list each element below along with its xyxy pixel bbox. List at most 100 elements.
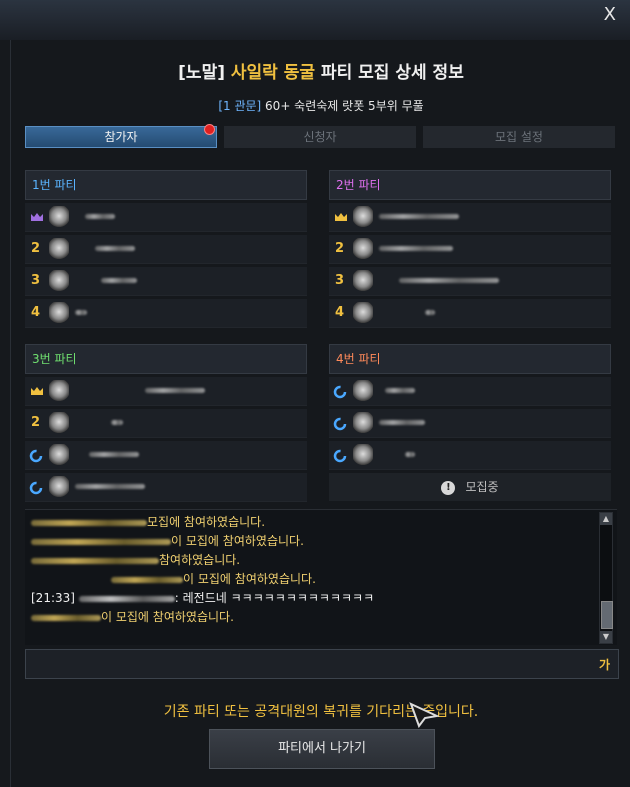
chat-text: 모집에 참여하였습니다. bbox=[147, 515, 266, 529]
background-top bbox=[0, 0, 630, 40]
loop-icon bbox=[333, 448, 347, 463]
crown-icon bbox=[30, 212, 44, 222]
chat-text: 이 모집에 참여하였습니다. bbox=[101, 610, 234, 624]
class-icon bbox=[353, 238, 373, 260]
member-name-blurred bbox=[379, 214, 459, 219]
loop-icon bbox=[333, 416, 347, 431]
party-member-slot[interactable] bbox=[329, 203, 611, 232]
slot-number: 4 bbox=[335, 305, 345, 320]
scroll-thumb[interactable] bbox=[601, 601, 613, 629]
class-icon bbox=[49, 412, 69, 434]
chat-line: 이 모집에 참여하였습니다. bbox=[25, 570, 617, 589]
chat-scrollbar[interactable]: ▲ ▼ bbox=[599, 512, 613, 644]
member-name-blurred bbox=[95, 246, 135, 251]
slot-number: 2 bbox=[31, 415, 41, 430]
input-language-indicator[interactable]: 가 bbox=[599, 656, 610, 673]
class-icon bbox=[49, 238, 69, 260]
chat-text: 이 모집에 참여하였습니다. bbox=[171, 534, 304, 548]
recruiting-slot: ! 모집중 bbox=[329, 473, 611, 501]
party-member-slot[interactable]: 4 bbox=[329, 299, 611, 328]
member-name-blurred bbox=[379, 246, 453, 251]
page-title: [노말] 사일락 동굴 파티 모집 상세 정보 bbox=[11, 58, 630, 83]
party-2: 2번 파티 2 3 4 bbox=[329, 170, 611, 328]
player-name-blurred bbox=[111, 576, 183, 583]
member-name-blurred bbox=[111, 420, 123, 425]
party-member-slot[interactable] bbox=[25, 377, 307, 406]
title-dungeon: 사일락 동굴 bbox=[230, 63, 316, 83]
chat-line: 모집에 참여하였습니다. bbox=[25, 513, 617, 532]
scroll-up-button[interactable]: ▲ bbox=[600, 513, 612, 525]
chat-line: [21:33] : 레전드네 ㅋㅋㅋㅋㅋㅋㅋㅋㅋㅋㅋㅋㅋ bbox=[25, 589, 617, 608]
chat-input[interactable]: 가 bbox=[25, 649, 619, 679]
party-member-slot[interactable] bbox=[329, 409, 611, 438]
party-member-slot[interactable] bbox=[25, 441, 307, 470]
class-icon bbox=[353, 206, 373, 228]
party-3-header: 3번 파티 bbox=[25, 344, 307, 374]
member-name-blurred bbox=[89, 452, 139, 457]
warning-icon: ! bbox=[441, 480, 456, 495]
recruit-text: 60+ 숙련숙제 랏폿 5부위 무풀 bbox=[265, 99, 424, 113]
player-name-blurred bbox=[31, 538, 171, 545]
chat-line: 이 모집에 참여하였습니다. bbox=[25, 532, 617, 551]
slot-number: 3 bbox=[335, 273, 345, 288]
class-icon bbox=[49, 476, 69, 498]
chat-log[interactable]: 모집에 참여하였습니다. 이 모집에 참여하였습니다. 참여하였습니다. 이 모… bbox=[25, 509, 617, 645]
crown-icon bbox=[334, 212, 348, 222]
slot-number: 3 bbox=[31, 273, 41, 288]
party-member-slot[interactable] bbox=[329, 441, 611, 470]
party-member-slot[interactable]: 2 bbox=[25, 235, 307, 264]
party-2-header: 2번 파티 bbox=[329, 170, 611, 200]
party-member-slot[interactable]: 4 bbox=[25, 299, 307, 328]
member-name-blurred bbox=[75, 484, 145, 489]
recruit-description: [1 관문] 60+ 숙련숙제 랏폿 5부위 무풀 bbox=[11, 97, 630, 114]
party-member-slot[interactable] bbox=[329, 377, 611, 406]
party-member-slot[interactable] bbox=[25, 203, 307, 232]
tab-recruit-settings-label: 모집 설정 bbox=[495, 130, 543, 144]
recruiting-label: 모집중 bbox=[465, 480, 499, 494]
close-button[interactable]: X bbox=[604, 4, 616, 25]
status-message: 기존 파티 또는 공격대원의 복귀를 기다리는 중입니다. bbox=[163, 704, 479, 720]
class-icon bbox=[49, 444, 69, 466]
crown-icon bbox=[30, 386, 44, 396]
tab-recruit-settings[interactable]: 모집 설정 bbox=[423, 126, 615, 148]
party-1-header: 1번 파티 bbox=[25, 170, 307, 200]
tab-bar: 참가자 신청자 모집 설정 bbox=[25, 124, 615, 148]
party-1: 1번 파티 2 3 4 bbox=[25, 170, 307, 328]
party-3: 3번 파티 2 bbox=[25, 344, 307, 502]
class-icon bbox=[353, 412, 373, 434]
party-member-slot[interactable]: 2 bbox=[25, 409, 307, 438]
slot-number: 4 bbox=[31, 305, 41, 320]
chat-text: 참여하였습니다. bbox=[159, 553, 241, 567]
member-name-blurred bbox=[399, 278, 499, 283]
loop-icon bbox=[333, 384, 347, 399]
member-name-blurred bbox=[101, 278, 137, 283]
member-name-blurred bbox=[425, 310, 435, 315]
scroll-down-button[interactable]: ▼ bbox=[600, 631, 612, 643]
tab-applicants-label: 신청자 bbox=[303, 130, 337, 144]
mouse-cursor-icon bbox=[409, 702, 441, 732]
leave-party-button[interactable]: 파티에서 나가기 bbox=[209, 729, 435, 769]
title-prefix: [노말] bbox=[178, 63, 225, 83]
notification-dot bbox=[204, 124, 215, 135]
background-left bbox=[0, 40, 10, 787]
party-member-slot[interactable]: 2 bbox=[329, 235, 611, 264]
party-4-header: 4번 파티 bbox=[329, 344, 611, 374]
slot-number: 2 bbox=[31, 241, 41, 256]
tab-applicants[interactable]: 신청자 bbox=[224, 126, 416, 148]
stage-tag: [1 관문] bbox=[218, 99, 262, 113]
player-name-blurred bbox=[31, 614, 101, 621]
player-name-blurred bbox=[31, 519, 147, 526]
player-name-blurred bbox=[31, 557, 159, 564]
member-name-blurred bbox=[145, 388, 205, 393]
party-member-slot[interactable] bbox=[25, 473, 307, 502]
chat-text: : 레전드네 ㅋㅋㅋㅋㅋㅋㅋㅋㅋㅋㅋㅋㅋ bbox=[174, 591, 375, 605]
tab-participants[interactable]: 참가자 bbox=[25, 124, 217, 148]
class-icon bbox=[353, 302, 373, 324]
title-suffix: 파티 모집 상세 정보 bbox=[320, 63, 464, 83]
class-icon bbox=[49, 206, 69, 228]
member-name-blurred bbox=[75, 310, 87, 315]
party-member-slot[interactable]: 3 bbox=[329, 267, 611, 296]
class-icon bbox=[49, 270, 69, 292]
party-member-slot[interactable]: 3 bbox=[25, 267, 307, 296]
player-name-blurred bbox=[78, 595, 175, 602]
